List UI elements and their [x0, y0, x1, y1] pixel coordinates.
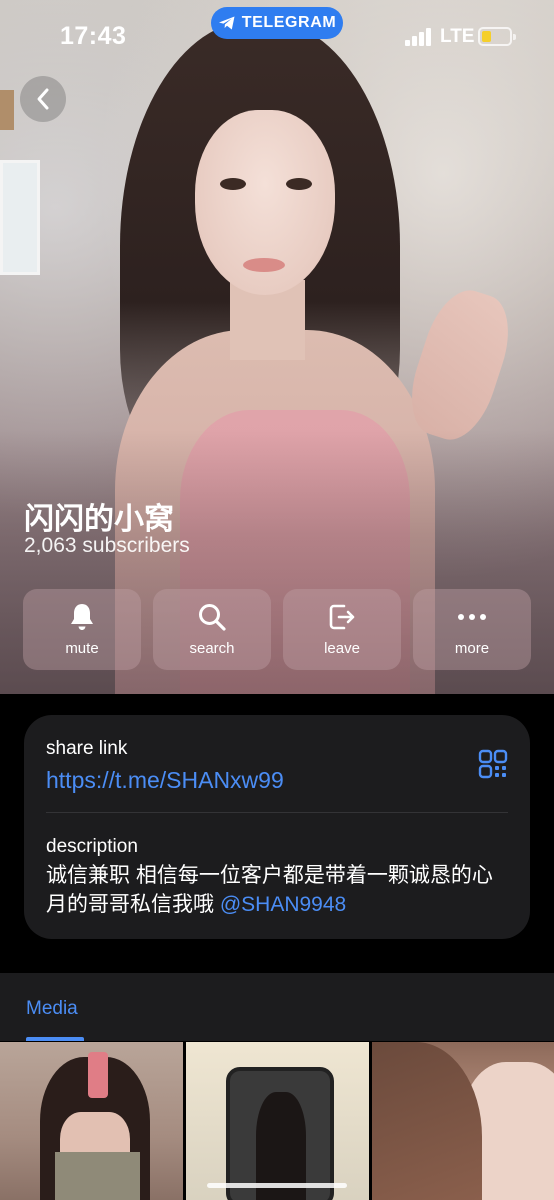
telegram-pill[interactable]: TELEGRAM — [211, 7, 343, 39]
media-thumbnail[interactable] — [372, 1042, 554, 1200]
telegram-pill-label: TELEGRAM — [241, 14, 337, 31]
card-divider — [46, 812, 508, 813]
tab-media[interactable]: Media — [26, 998, 78, 1020]
more-label: more — [454, 640, 490, 657]
wall-decor — [0, 90, 14, 130]
leave-label: leave — [324, 640, 360, 657]
share-link-url[interactable]: https://t.me/SHANxw99 — [46, 767, 284, 794]
network-label: LTE — [440, 26, 475, 47]
status-bar: 17:43 TELEGRAM LTE — [0, 0, 554, 70]
search-icon — [199, 604, 226, 631]
description-label: description — [46, 836, 138, 857]
wall-picture — [0, 160, 40, 275]
hero-eye-left — [220, 178, 246, 190]
leave-button[interactable]: leave — [283, 589, 401, 670]
telegram-icon — [218, 16, 235, 30]
status-time: 17:43 — [60, 22, 127, 50]
description-text: 诚信兼职 相信每一位客户都是带着一颗诚恳的心 月的哥哥私信我哦 @SHAN994… — [46, 861, 516, 919]
search-button[interactable]: search — [153, 589, 271, 670]
more-button[interactable]: more — [413, 589, 531, 670]
channel-info-card: share link https://t.me/SHANxw99 descrip… — [24, 715, 530, 939]
media-grid — [0, 1042, 554, 1200]
media-thumbnail[interactable] — [186, 1042, 369, 1200]
qr-code-button[interactable] — [478, 749, 508, 779]
tab-media-indicator — [26, 1037, 84, 1041]
channel-title: 闪闪的小窝 — [24, 503, 174, 536]
battery-icon — [478, 27, 516, 46]
more-icon — [458, 614, 486, 620]
bell-icon — [71, 604, 93, 630]
description-mention-link[interactable]: @SHAN9948 — [220, 893, 346, 916]
signal-icon — [405, 28, 433, 46]
hero-eye-right — [286, 178, 312, 190]
hero-lips — [243, 258, 285, 272]
search-label: search — [189, 640, 235, 657]
action-row: mute search leave more — [23, 589, 531, 670]
chevron-left-icon — [37, 88, 49, 110]
leave-icon — [329, 604, 355, 630]
home-indicator[interactable] — [207, 1183, 347, 1188]
battery-level — [482, 31, 491, 42]
subscriber-count: 2,063 subscribers — [24, 534, 190, 557]
back-button[interactable] — [20, 76, 66, 122]
mute-label: mute — [65, 640, 99, 657]
mute-button[interactable]: mute — [23, 589, 141, 670]
media-tab-bar: Media — [0, 973, 554, 1041]
qr-code-icon — [478, 749, 508, 779]
share-link-label: share link — [46, 738, 128, 759]
media-thumbnail[interactable] — [0, 1042, 183, 1200]
